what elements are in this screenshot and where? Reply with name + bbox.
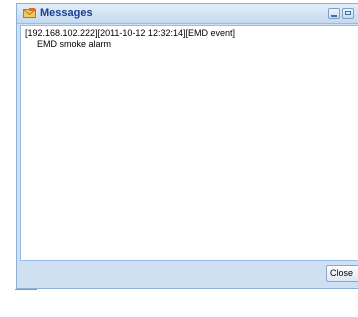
close-button[interactable]: Close: [326, 265, 358, 282]
message-text: EMD smoke alarm: [37, 39, 112, 49]
button-bar: Close: [17, 262, 358, 288]
maximize-button[interactable]: [342, 8, 354, 19]
title-bar[interactable]: Messages: [17, 4, 358, 24]
message-header: [192.168.102.222][2011-10-12 12:32:14][E…: [25, 28, 235, 38]
message-panel: [192.168.102.222][2011-10-12 12:32:14][E…: [20, 25, 358, 261]
messages-window: Messages [192.168.102.222][2011-10-12 12…: [16, 3, 358, 289]
envelope-icon: [23, 7, 36, 20]
minimize-icon: [331, 15, 337, 17]
minimize-button[interactable]: [328, 8, 340, 19]
window-title: Messages: [40, 7, 93, 19]
maximize-icon: [345, 11, 351, 15]
divider: [15, 289, 37, 290]
screen: Messages [192.168.102.222][2011-10-12 12…: [0, 0, 358, 317]
